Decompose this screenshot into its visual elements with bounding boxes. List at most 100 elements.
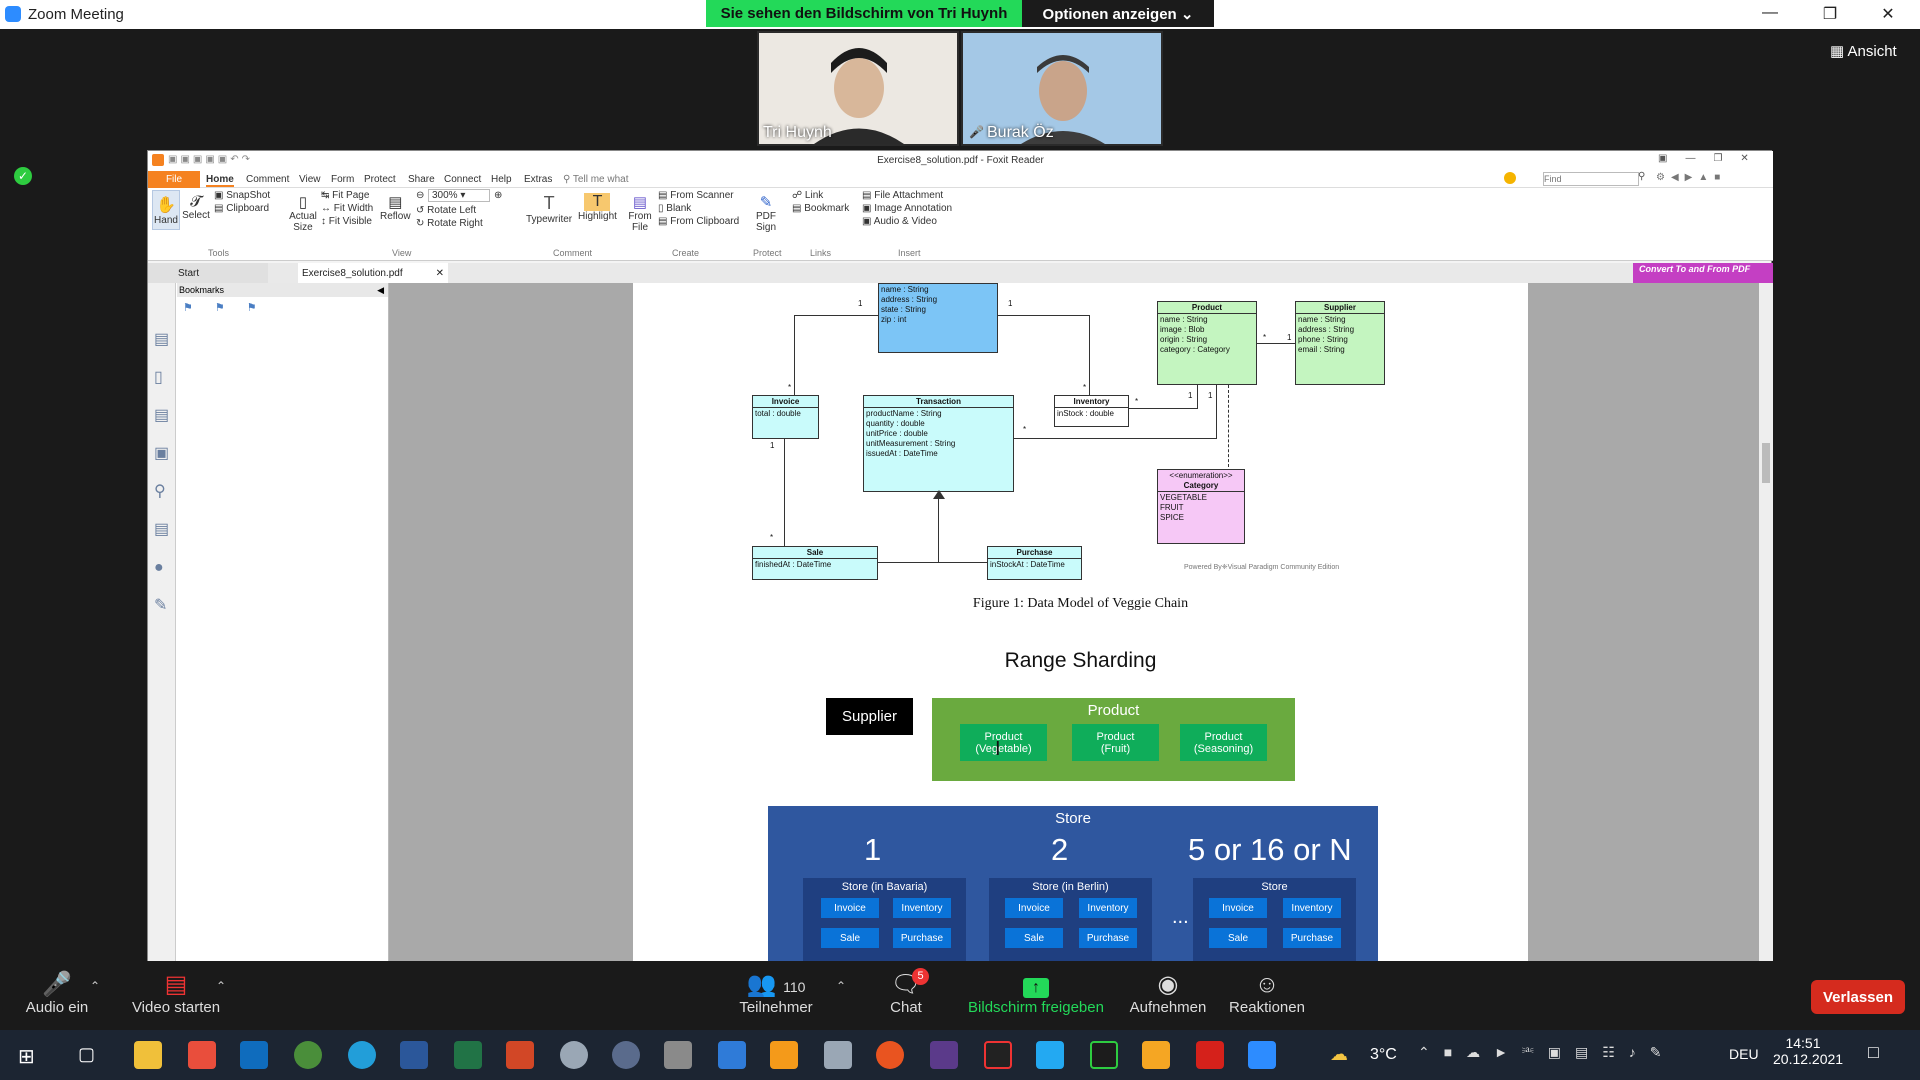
- powerpoint-icon[interactable]: [506, 1041, 534, 1069]
- sublime-icon[interactable]: [770, 1041, 798, 1069]
- scrollbar[interactable]: [1759, 283, 1773, 965]
- video-options-chevron-icon[interactable]: ⌃: [216, 979, 226, 993]
- video-tile[interactable]: Burak Öz 🎤: [961, 31, 1163, 146]
- store-app-icon[interactable]: [188, 1041, 216, 1069]
- chrome-icon[interactable]: [294, 1041, 322, 1069]
- close-tab-icon[interactable]: ✕: [436, 268, 444, 279]
- tray-icons[interactable]: ⌃■☁►⎃▣▤☷♪✎: [1418, 1044, 1676, 1061]
- actual-size-button[interactable]: ▯ Actual Size: [288, 193, 318, 233]
- zoom-in-icon[interactable]: ⊕: [494, 190, 502, 201]
- task-view-icon[interactable]: ▢: [78, 1044, 95, 1065]
- find-input[interactable]: [1543, 172, 1639, 186]
- restore-button[interactable]: ❐: [1815, 4, 1845, 26]
- zoom-taskbar-icon[interactable]: [1248, 1041, 1276, 1069]
- todo-icon[interactable]: [718, 1041, 746, 1069]
- image-annotation-button[interactable]: ▣ Image Annotation: [862, 203, 952, 214]
- collapse-icon[interactable]: ◀: [377, 285, 384, 296]
- tab-pdf[interactable]: Exercise8_solution.pdf ✕: [298, 263, 448, 283]
- bookmark-button[interactable]: ▤ Bookmark: [792, 203, 849, 214]
- vpn-lock-icon[interactable]: [612, 1041, 640, 1069]
- minimize-button[interactable]: —: [1755, 4, 1785, 26]
- zoom-out-icon[interactable]: ⊖: [416, 190, 424, 201]
- video-tile[interactable]: Tri Huynh: [757, 31, 959, 146]
- menu-extras[interactable]: Extras: [524, 174, 552, 185]
- weather-icon[interactable]: ☁: [1330, 1044, 1348, 1065]
- participants-count: 110: [783, 979, 806, 995]
- notifications-icon[interactable]: □: [1868, 1042, 1879, 1063]
- tab-start[interactable]: Start: [148, 263, 268, 283]
- file-attachment-button[interactable]: ▤ File Attachment: [862, 190, 943, 201]
- file-explorer-icon[interactable]: [134, 1041, 162, 1069]
- blank-button[interactable]: ▯ Blank: [658, 203, 691, 214]
- fit-page-button[interactable]: ↹ Fit Page: [321, 190, 369, 201]
- typewriter-button[interactable]: T Typewriter: [526, 193, 572, 225]
- fit-visible-button[interactable]: ↕ Fit Visible: [321, 216, 372, 227]
- panel-icons[interactable]: ▤ ▯ ▤ ▣ ⚲ ▤ ● ✎: [154, 321, 175, 625]
- tools-icon[interactable]: [824, 1041, 852, 1069]
- convert-banner[interactable]: Convert To and From PDF: [1633, 263, 1773, 283]
- menu-connect[interactable]: Connect: [444, 174, 481, 185]
- menu-share[interactable]: Share: [408, 174, 435, 185]
- view-button[interactable]: ▦ Ansicht: [1830, 42, 1897, 60]
- from-file-button[interactable]: ▤ From File: [628, 193, 652, 233]
- rotate-left-button[interactable]: ↺ Rotate Left: [416, 205, 476, 216]
- audio-video-button[interactable]: ▣ Audio & Video: [862, 216, 937, 227]
- select-tool[interactable]: 𝓣 Select: [182, 193, 210, 221]
- link-button[interactable]: ☍ Link: [792, 190, 823, 201]
- menu-help[interactable]: Help: [491, 174, 512, 185]
- rotate-right-button[interactable]: ↻ Rotate Right: [416, 218, 483, 229]
- participants-button[interactable]: 👥 110 Teilnehmer: [734, 971, 818, 1016]
- nav-icons[interactable]: ⚙◀▶▲■: [1656, 172, 1726, 183]
- search-icon[interactable]: ⚲: [1638, 171, 1645, 182]
- scroll-thumb[interactable]: [1762, 443, 1770, 483]
- heart-icon[interactable]: [1504, 172, 1516, 184]
- bookmark-tools[interactable]: ⚑⚑⚑: [183, 301, 279, 314]
- leave-button[interactable]: Verlassen: [1811, 980, 1905, 1014]
- record-button[interactable]: ◉ Aufnehmen: [1126, 971, 1210, 1016]
- menu-form[interactable]: Form: [331, 174, 354, 185]
- tell-me[interactable]: ⚲ Tell me what: [563, 174, 629, 185]
- clipboard-button[interactable]: ▤ Clipboard: [214, 203, 269, 214]
- shield-icon[interactable]: ✓: [14, 167, 32, 185]
- from-clipboard-label: From Clipboard: [670, 216, 740, 227]
- close-button[interactable]: ✕: [1873, 4, 1903, 26]
- from-scanner-button[interactable]: ▤ From Scanner: [658, 190, 734, 201]
- video-button[interactable]: ▤ Video starten: [126, 971, 226, 1016]
- participants-chevron-icon[interactable]: ⌃: [836, 979, 846, 993]
- share-screen-button[interactable]: ↑ Bildschirm freigeben: [966, 971, 1106, 1016]
- audio-options-chevron-icon[interactable]: ⌃: [90, 979, 100, 993]
- pycharm-icon[interactable]: [1090, 1041, 1118, 1069]
- outlook-icon[interactable]: [240, 1041, 268, 1069]
- intellij-icon[interactable]: [984, 1041, 1012, 1069]
- media-app-icon[interactable]: [930, 1041, 958, 1069]
- app-icon[interactable]: [560, 1041, 588, 1069]
- zoom-select[interactable]: 300% ▾: [428, 189, 490, 202]
- acrobat-icon[interactable]: [1196, 1041, 1224, 1069]
- menu-view[interactable]: View: [299, 174, 321, 185]
- clock[interactable]: 14:51 20.12.2021: [1773, 1035, 1843, 1067]
- menu-file[interactable]: File: [148, 171, 200, 188]
- reflow-button[interactable]: ▤ Reflow: [380, 193, 411, 222]
- word-icon[interactable]: [400, 1041, 428, 1069]
- fit-width-button[interactable]: ↔ Fit Width: [321, 203, 373, 214]
- reactions-button[interactable]: ☺ Reaktionen: [1224, 971, 1310, 1016]
- highlight-button[interactable]: T Highlight: [578, 193, 617, 222]
- audio-button[interactable]: 🎤 Audio ein: [22, 971, 92, 1016]
- ubuntu-icon[interactable]: [876, 1041, 904, 1069]
- calculator-icon[interactable]: [664, 1041, 692, 1069]
- window-controls[interactable]: ▣—❐✕: [1658, 153, 1767, 164]
- pdf-sign-button[interactable]: ✎ PDF Sign: [752, 193, 780, 233]
- player-icon[interactable]: [1142, 1041, 1170, 1069]
- excel-icon[interactable]: [454, 1041, 482, 1069]
- snapshot-button[interactable]: ▣ SnapShot: [214, 190, 270, 201]
- from-clipboard-button[interactable]: ▤ From Clipboard: [658, 216, 739, 227]
- hand-tool[interactable]: ✋ Hand: [152, 190, 180, 230]
- vscode-icon[interactable]: [1036, 1041, 1064, 1069]
- menu-protect[interactable]: Protect: [364, 174, 396, 185]
- keyboard-language[interactable]: DEU: [1729, 1046, 1759, 1062]
- telegram-icon[interactable]: [348, 1041, 376, 1069]
- windows-start-icon[interactable]: ⊞: [18, 1044, 35, 1069]
- menu-home[interactable]: Home: [206, 174, 234, 187]
- options-button[interactable]: Optionen anzeigen ⌄: [1022, 0, 1214, 27]
- menu-comment[interactable]: Comment: [246, 174, 289, 185]
